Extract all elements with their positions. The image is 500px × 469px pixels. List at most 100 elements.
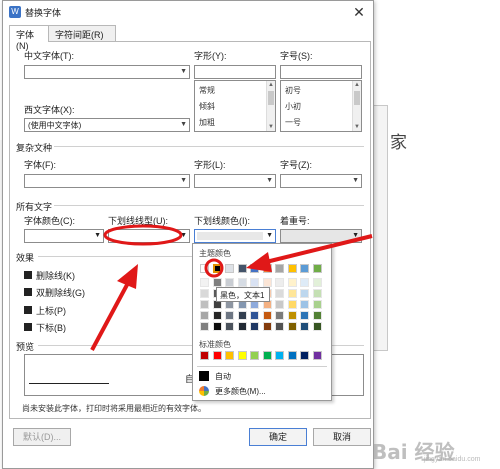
style-input[interactable] bbox=[194, 65, 276, 79]
theme-color-swatch[interactable] bbox=[237, 264, 247, 273]
theme-shade-swatch[interactable] bbox=[262, 322, 272, 331]
effects-section-title: 效果 bbox=[16, 253, 35, 263]
tab-character-spacing[interactable]: 字符间距(R) bbox=[48, 25, 116, 41]
style-option-bold[interactable]: 加粗 bbox=[199, 117, 215, 128]
theme-shade-swatch[interactable] bbox=[200, 278, 209, 287]
size-input[interactable] bbox=[280, 65, 362, 79]
close-button[interactable]: ✕ bbox=[349, 3, 369, 21]
theme-shade-swatch[interactable] bbox=[200, 300, 209, 309]
theme-shade-swatch[interactable] bbox=[212, 322, 222, 331]
standard-color-swatch[interactable] bbox=[225, 351, 234, 360]
theme-color-swatch[interactable] bbox=[225, 264, 234, 273]
size-option-xiaochu[interactable]: 小初 bbox=[285, 101, 301, 112]
standard-color-swatch[interactable] bbox=[275, 351, 284, 360]
size-listbox[interactable]: 初号 小初 一号 ▲ ▼ bbox=[280, 80, 362, 132]
style-listbox[interactable]: 常规 倾斜 加粗 ▲ ▼ bbox=[194, 80, 276, 132]
style-option-italic[interactable]: 倾斜 bbox=[199, 101, 215, 112]
theme-shade-swatch[interactable] bbox=[237, 278, 247, 287]
standard-color-swatch[interactable] bbox=[237, 351, 247, 360]
theme-shade-swatch[interactable] bbox=[275, 278, 284, 287]
theme-color-swatch[interactable] bbox=[212, 264, 222, 273]
scroll-thumb[interactable] bbox=[268, 91, 274, 105]
theme-shade-swatch[interactable] bbox=[300, 322, 309, 331]
scroll-up-icon[interactable]: ▲ bbox=[268, 82, 274, 88]
theme-shade-swatch[interactable] bbox=[225, 322, 234, 331]
standard-color-swatch[interactable] bbox=[250, 351, 259, 360]
size-option-yihao[interactable]: 一号 bbox=[285, 117, 301, 128]
emphasis-combo[interactable]: ▼ bbox=[280, 229, 362, 243]
style-option-regular[interactable]: 常规 bbox=[199, 85, 215, 96]
theme-shade-swatch[interactable] bbox=[200, 322, 209, 331]
default-button[interactable]: 默认(D)... bbox=[13, 428, 71, 446]
complex-font-combo[interactable]: ▼ bbox=[24, 174, 190, 188]
auto-color-option[interactable]: 自动 bbox=[215, 371, 231, 382]
complex-style-combo[interactable]: ▼ bbox=[194, 174, 276, 188]
theme-shade-swatch[interactable] bbox=[287, 289, 297, 298]
theme-shade-swatch[interactable] bbox=[200, 289, 209, 298]
underline-type-combo[interactable]: ▼ bbox=[108, 229, 190, 243]
theme-shade-swatch[interactable] bbox=[225, 278, 234, 287]
standard-color-swatch[interactable] bbox=[262, 351, 272, 360]
size-option-chuhao[interactable]: 初号 bbox=[285, 85, 301, 96]
scroll-up-icon[interactable]: ▲ bbox=[354, 82, 360, 88]
scroll-thumb[interactable] bbox=[354, 91, 360, 105]
size-scrollbar[interactable]: ▲ ▼ bbox=[352, 81, 361, 131]
theme-shade-swatch[interactable] bbox=[275, 322, 284, 331]
standard-color-swatch[interactable] bbox=[200, 351, 209, 360]
more-colors-option[interactable]: 更多颜色(M)... bbox=[215, 386, 266, 397]
theme-shade-swatch[interactable] bbox=[312, 289, 322, 298]
theme-shade-swatch[interactable] bbox=[275, 300, 284, 309]
theme-shade-swatch[interactable] bbox=[237, 322, 247, 331]
theme-shade-swatch[interactable] bbox=[287, 300, 297, 309]
subscript-checkbox[interactable] bbox=[24, 323, 32, 331]
theme-color-swatch[interactable] bbox=[262, 264, 272, 273]
theme-shade-swatch[interactable] bbox=[287, 278, 297, 287]
theme-shade-swatch[interactable] bbox=[300, 311, 309, 320]
theme-shade-swatch[interactable] bbox=[262, 311, 272, 320]
theme-shade-swatch[interactable] bbox=[275, 289, 284, 298]
theme-shade-swatch[interactable] bbox=[312, 300, 322, 309]
ok-button[interactable]: 确定 bbox=[249, 428, 307, 446]
cancel-button[interactable]: 取消 bbox=[313, 428, 371, 446]
scroll-down-icon[interactable]: ▼ bbox=[354, 124, 360, 130]
strikethrough-checkbox[interactable] bbox=[24, 271, 32, 279]
standard-color-swatch[interactable] bbox=[312, 351, 322, 360]
theme-shade-swatch[interactable] bbox=[287, 311, 297, 320]
standard-color-swatch[interactable] bbox=[287, 351, 297, 360]
theme-color-swatch[interactable] bbox=[200, 264, 209, 273]
western-font-combo[interactable]: (使用中文字体) ▼ bbox=[24, 118, 190, 132]
underline-color-combo[interactable]: ▼ bbox=[194, 229, 276, 243]
theme-color-swatch[interactable] bbox=[287, 264, 297, 273]
theme-shade-swatch[interactable] bbox=[237, 311, 247, 320]
theme-shade-swatch[interactable] bbox=[300, 278, 309, 287]
theme-shade-swatch[interactable] bbox=[275, 311, 284, 320]
theme-shade-swatch[interactable] bbox=[312, 311, 322, 320]
standard-color-swatch[interactable] bbox=[300, 351, 309, 360]
theme-shade-swatch[interactable] bbox=[212, 278, 222, 287]
theme-color-swatch[interactable] bbox=[312, 264, 322, 273]
theme-shade-swatch[interactable] bbox=[200, 311, 209, 320]
theme-shade-swatch[interactable] bbox=[250, 278, 259, 287]
scroll-down-icon[interactable]: ▼ bbox=[268, 124, 274, 130]
theme-shade-swatch[interactable] bbox=[300, 300, 309, 309]
theme-shade-swatch[interactable] bbox=[300, 289, 309, 298]
theme-shade-swatch[interactable] bbox=[287, 322, 297, 331]
theme-color-swatch[interactable] bbox=[275, 264, 284, 273]
standard-color-swatch[interactable] bbox=[212, 351, 222, 360]
theme-color-swatch[interactable] bbox=[300, 264, 309, 273]
theme-shade-swatch[interactable] bbox=[312, 322, 322, 331]
theme-shade-swatch[interactable] bbox=[250, 322, 259, 331]
font-color-combo[interactable]: ▼ bbox=[24, 229, 104, 243]
theme-shade-swatch[interactable] bbox=[212, 311, 222, 320]
chinese-font-combo[interactable]: ▼ bbox=[24, 65, 190, 79]
tab-font[interactable]: 字体(N) bbox=[9, 25, 49, 51]
style-scrollbar[interactable]: ▲ ▼ bbox=[266, 81, 275, 131]
theme-shade-swatch[interactable] bbox=[262, 278, 272, 287]
theme-shade-swatch[interactable] bbox=[250, 311, 259, 320]
double-strikethrough-checkbox[interactable] bbox=[24, 288, 32, 296]
theme-shade-swatch[interactable] bbox=[225, 311, 234, 320]
theme-shade-swatch[interactable] bbox=[312, 278, 322, 287]
theme-color-swatch[interactable] bbox=[250, 264, 259, 273]
complex-size-combo[interactable]: ▼ bbox=[280, 174, 362, 188]
superscript-checkbox[interactable] bbox=[24, 306, 32, 314]
